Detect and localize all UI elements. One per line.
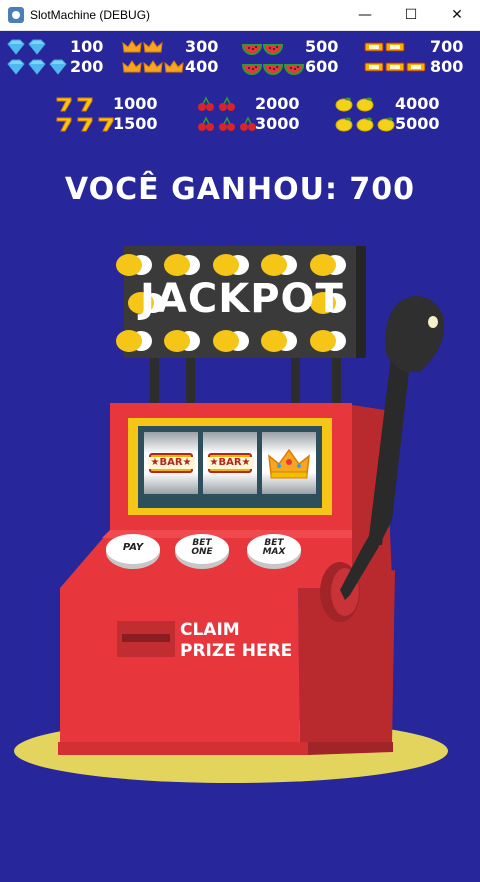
claim-line2: PRIZE HERE <box>180 641 293 661</box>
bet-one-button-label[interactable]: BET ONE <box>182 539 222 557</box>
claim-prize-label[interactable]: CLAIM PRIZE HERE <box>180 620 292 662</box>
machine-buttons-layer <box>106 534 301 569</box>
bet-max-line2: MAX <box>262 547 286 557</box>
pay-button-label[interactable]: PAY <box>113 543 153 553</box>
bet-one-line2: ONE <box>191 547 213 557</box>
claim-line1: CLAIM <box>180 620 240 640</box>
bet-max-button-label[interactable]: BET MAX <box>254 539 294 557</box>
